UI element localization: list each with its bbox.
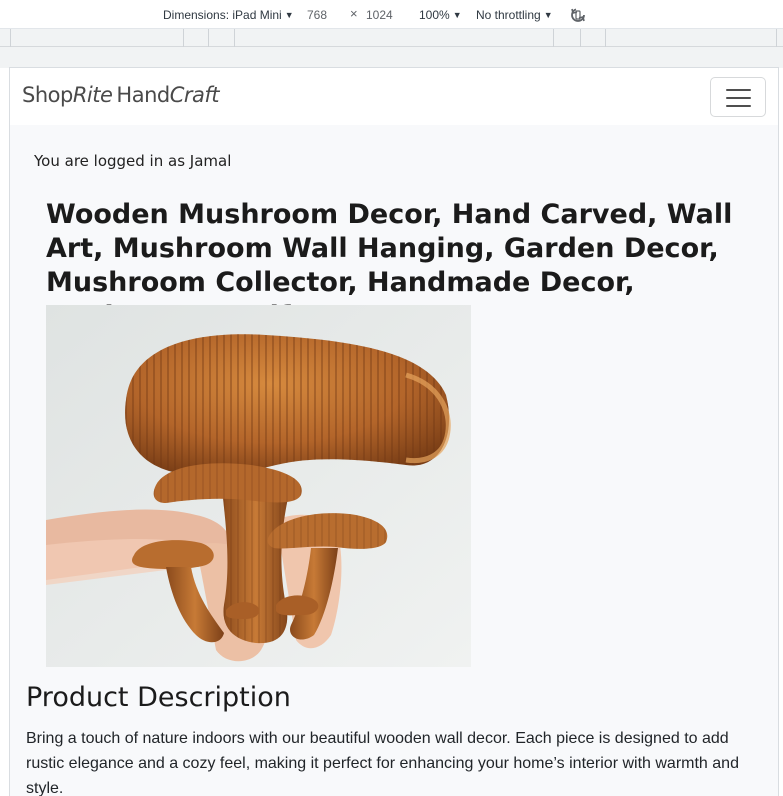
chevron-down-icon: ▼ xyxy=(284,10,294,20)
brand-shop: Shop xyxy=(22,83,73,107)
description-heading: Product Description xyxy=(26,682,291,713)
device-toolbar: Dimensions: iPad Mini ▼ 768 × 1024 100% ▼ … xyxy=(0,0,783,29)
navbar-toggler-button[interactable] xyxy=(710,77,766,117)
description-text: Bring a touch of nature indoors with our… xyxy=(26,730,739,796)
ruler-tick xyxy=(234,29,235,47)
hamburger-icon xyxy=(726,97,751,99)
rotate-icon[interactable] xyxy=(569,6,587,24)
login-status: You are logged in as Jamal xyxy=(34,152,232,170)
throttling-selector[interactable]: No throttling ▼ xyxy=(476,7,553,23)
brand-hand: Hand xyxy=(116,83,170,107)
ruler-tick xyxy=(580,29,581,47)
zoom-selector[interactable]: 100% ▼ xyxy=(419,7,462,23)
width-input[interactable]: 768 xyxy=(307,7,327,23)
ruler-tick xyxy=(10,29,11,47)
brand-logo[interactable]: ShopRite HandCraft xyxy=(22,83,220,107)
device-selector[interactable]: Dimensions: iPad Mini ▼ xyxy=(163,7,294,23)
chevron-down-icon: ▼ xyxy=(543,10,553,20)
brand-rite: Rite xyxy=(72,83,113,107)
viewport-background xyxy=(0,47,783,68)
ruler-tick xyxy=(776,29,777,47)
device-label: Dimensions: iPad Mini xyxy=(163,8,282,22)
hamburger-icon xyxy=(726,89,751,91)
zoom-label: 100% xyxy=(419,8,450,22)
times-icon: × xyxy=(350,6,358,21)
hamburger-icon xyxy=(726,105,751,107)
navbar: ShopRite HandCraft xyxy=(10,68,778,125)
throttling-label: No throttling xyxy=(476,8,541,22)
ruler-tick xyxy=(183,29,184,47)
carved-mushroom-image xyxy=(46,305,471,667)
brand-craft: Craft xyxy=(169,83,220,107)
product-image xyxy=(46,305,471,667)
ruler-tick xyxy=(605,29,606,47)
media-query-ruler[interactable] xyxy=(0,29,783,47)
chevron-down-icon: ▼ xyxy=(452,10,462,20)
page-viewport: ShopRite HandCraft You are logged in as J… xyxy=(9,67,779,796)
height-input[interactable]: 1024 xyxy=(366,7,393,23)
ruler-tick xyxy=(553,29,554,47)
ruler-tick xyxy=(208,29,209,47)
